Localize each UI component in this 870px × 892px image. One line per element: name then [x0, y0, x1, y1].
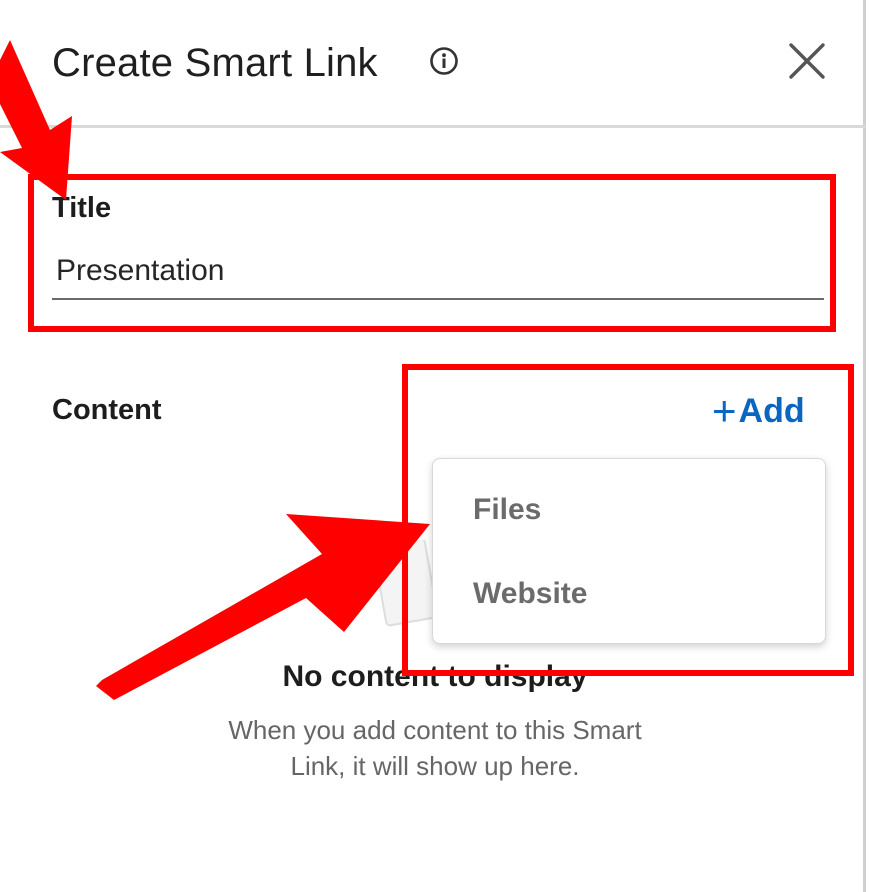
close-icon[interactable] [786, 40, 828, 82]
content-section-label: Content [52, 394, 162, 426]
panel-title: Create Smart Link [52, 41, 378, 85]
plus-icon: + [712, 387, 737, 434]
title-input[interactable] [52, 244, 824, 300]
add-content-button[interactable]: + Add [712, 386, 805, 436]
empty-state-title: No content to display [282, 660, 588, 693]
add-content-dropdown: Files Website [432, 458, 826, 644]
dropdown-item-files[interactable]: Files [473, 493, 541, 527]
create-smart-link-panel: Create Smart Link Title Content + Add Fi… [0, 0, 866, 892]
title-field-label: Title [52, 192, 112, 224]
dropdown-item-website[interactable]: Website [473, 577, 587, 611]
empty-state-illustration [376, 540, 436, 627]
info-icon[interactable] [428, 45, 460, 77]
add-button-label: Add [738, 391, 805, 430]
empty-state-description: When you add content to this Smart Link,… [228, 715, 642, 781]
panel-header: Create Smart Link [0, 0, 866, 128]
